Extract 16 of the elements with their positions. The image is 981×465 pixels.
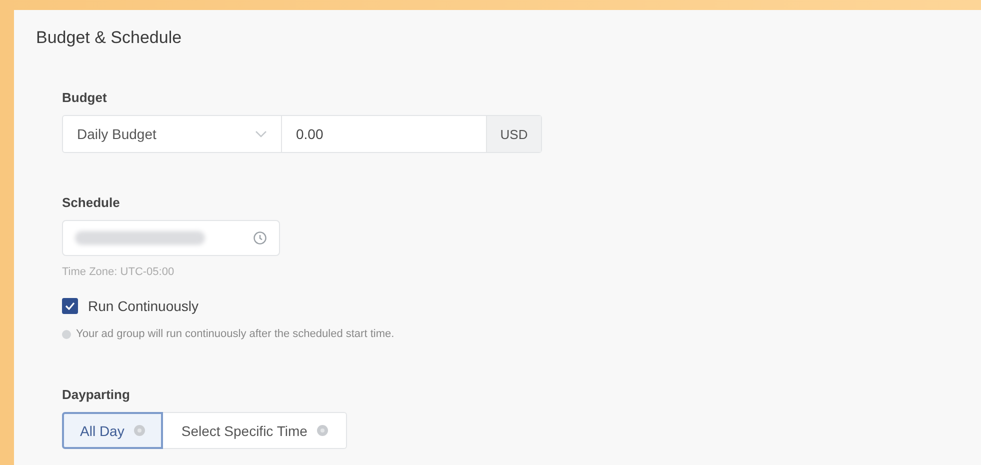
checkmark-icon xyxy=(65,302,75,310)
checkbox-label: Run Continuously xyxy=(88,298,199,314)
clock-icon xyxy=(253,231,267,245)
info-icon xyxy=(62,330,71,338)
field-label: Dayparting xyxy=(62,387,131,402)
schedule-field[interactable] xyxy=(62,220,280,256)
dayparting-option[interactable]: All Day xyxy=(62,412,164,449)
note-text: Your ad group will run continuously after the scheduled start time. xyxy=(76,328,394,340)
help-icon xyxy=(134,425,146,436)
section-title: Budget & Schedule xyxy=(36,28,183,48)
field-label: Schedule xyxy=(62,195,121,210)
checkbox[interactable] xyxy=(62,298,78,314)
dayparting-option[interactable]: Select Specific Time xyxy=(163,412,348,449)
field-label: Budget xyxy=(62,90,108,105)
help-icon xyxy=(317,425,328,436)
time-zone-text: Time Zone: UTC-05:00 xyxy=(62,266,176,278)
